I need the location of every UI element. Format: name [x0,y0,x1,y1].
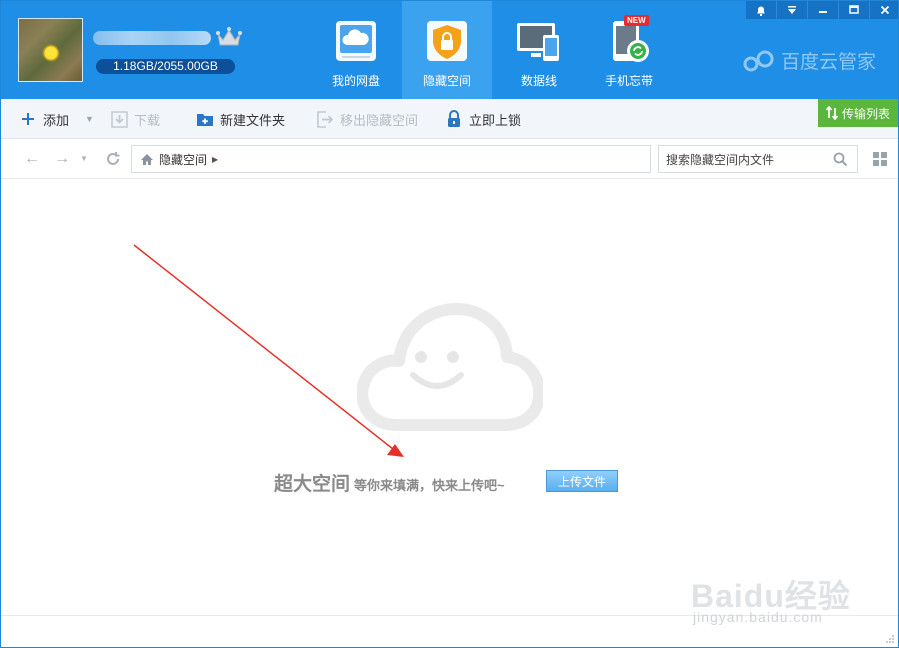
tab-label: 数据线 [520,74,557,88]
plus-icon [19,110,37,128]
add-label: 添加 [43,112,70,128]
download-icon [110,110,128,128]
baidu-paw-icon [743,50,774,71]
resize-grip-icon[interactable] [885,634,895,644]
history-chevron-icon[interactable]: ▼ [79,151,89,167]
close-icon[interactable] [869,1,898,19]
brand-logo: 百度云管家 [743,47,876,74]
upload-file-button[interactable]: 上传文件 [546,470,618,492]
move-out-button[interactable]: 移出隐藏空间 [316,99,418,139]
lock-now-label: 立即上锁 [469,112,522,128]
grid-view-icon[interactable] [872,151,888,167]
move-out-label: 移出隐藏空间 [340,112,419,128]
new-folder-icon [196,110,214,128]
menu-dropdown-icon[interactable] [776,1,807,19]
devices-icon [517,23,559,61]
move-out-icon [316,110,334,128]
refresh-icon[interactable] [104,151,122,167]
breadcrumb-chevron-icon[interactable]: ▶ [212,155,218,164]
transfer-list-label: 传输列表 [841,106,890,121]
new-badge: NEW [624,15,649,26]
download-button[interactable]: 下载 [110,99,160,139]
window-controls [745,1,898,19]
smiling-cloud-icon [357,303,543,431]
watermark-sub: jingyan.baidu.com [693,609,823,625]
search-input[interactable]: 搜索隐藏空间内文件 [658,145,858,173]
transfer-list-button[interactable]: 传输列表 [818,99,898,127]
search-placeholder: 搜索隐藏空间内文件 [666,152,775,167]
username-blurred [93,31,211,45]
breadcrumb-item[interactable]: 隐藏空间 [159,151,207,168]
tab-label: 我的网盘 [331,74,380,88]
tab-label: 手机忘带 [604,74,653,88]
user-avatar[interactable] [18,18,83,82]
transfer-icon [825,106,838,120]
tab-phone-forgot[interactable]: NEW 手机忘带 [584,1,674,99]
download-label: 下载 [134,112,161,128]
forward-arrow-icon[interactable]: → [53,151,71,167]
toolbar: 添加 ▼ 下载 新建文件夹 移出隐藏空间 立即上锁 [1,99,898,139]
tab-hidden-space[interactable]: 隐藏空间 [402,1,492,99]
new-folder-label: 新建文件夹 [220,112,286,128]
add-button[interactable]: 添加 ▼ [19,99,94,139]
new-folder-button[interactable]: 新建文件夹 [196,99,285,139]
minimize-icon[interactable] [807,1,838,19]
lock-icon [445,110,463,128]
back-arrow-icon[interactable]: ← [23,151,41,167]
cloud-drive-icon [336,21,376,61]
watermark: Baidu经验 jingyan.baidu.com [691,571,866,631]
maximize-icon[interactable] [838,1,869,19]
breadcrumb[interactable]: 隐藏空间 ▶ [131,145,651,173]
notification-bell-icon[interactable] [745,1,776,19]
brand-text: 百度云管家 [781,52,877,73]
tab-data-cable[interactable]: 数据线 [494,1,584,99]
empty-subtitle: 等你来填满，快来上传吧~ [354,478,505,493]
lock-now-button[interactable]: 立即上锁 [445,99,521,139]
tab-my-drive[interactable]: 我的网盘 [311,1,401,99]
chevron-down-icon[interactable]: ▼ [85,114,94,124]
storage-quota: 1.18GB/2055.00GB [96,59,235,74]
empty-title: 超大空间 [274,474,351,495]
lock-shield-icon [427,21,467,61]
search-icon[interactable] [833,152,848,167]
tab-label: 隐藏空间 [422,74,471,88]
home-icon[interactable] [140,153,154,166]
app-window: 1.18GB/2055.00GB 我的网盘 隐藏空间 数据线 NEW 手机忘带 … [0,0,899,648]
address-bar: ← → ▼ 隐藏空间 ▶ 搜索隐藏空间内文件 [1,139,898,179]
empty-state-message: 超大空间 等你来填满，快来上传吧~ [274,469,505,496]
header: 1.18GB/2055.00GB 我的网盘 隐藏空间 数据线 NEW 手机忘带 … [1,1,898,99]
vip-crown-icon[interactable] [216,26,242,48]
